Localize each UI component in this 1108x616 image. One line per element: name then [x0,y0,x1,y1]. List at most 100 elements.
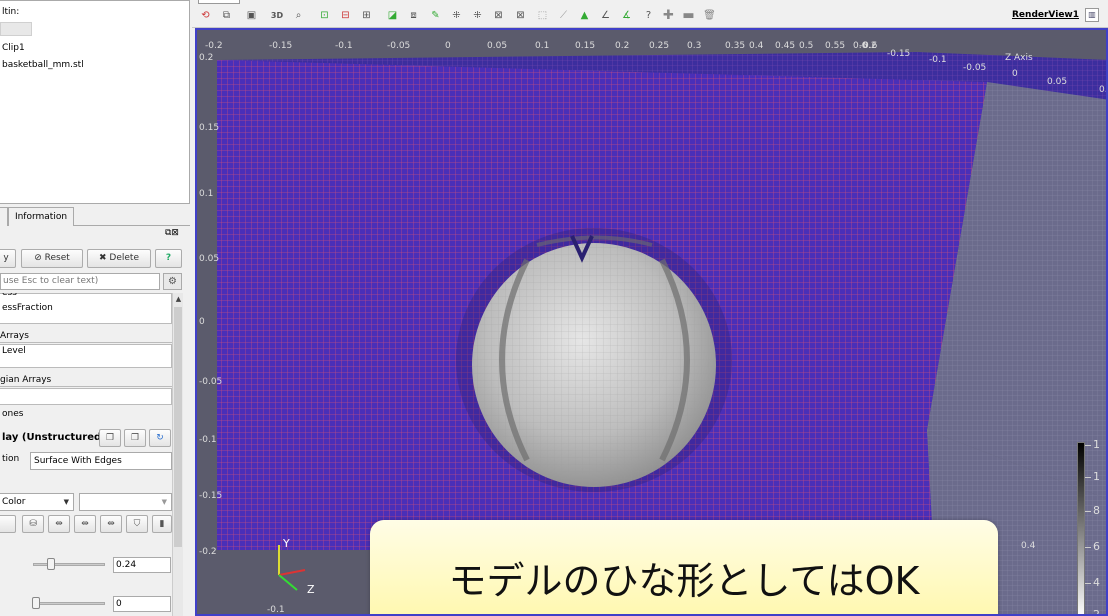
rescale-custom-icon[interactable]: ⇹ [74,515,96,533]
representation-select[interactable]: Surface With Edges [30,452,172,470]
refresh-icon[interactable]: ↻ [149,429,171,447]
select-colormap-icon[interactable]: ⛉ [126,515,148,533]
render-view-title[interactable]: RenderView1 [1012,10,1079,20]
opacity-slider-track[interactable] [33,563,105,566]
colorbar-label: 8 [1093,504,1100,517]
chevron-down-icon: ▼ [161,498,167,506]
colorbar-label: 1 [1093,438,1100,451]
add-icon[interactable]: ✚ [661,9,676,23]
view-tab-edge [198,0,240,4]
color-map-button[interactable] [0,515,16,533]
reset-button[interactable]: ⊘ Reset [21,249,83,268]
reset-icon: ⊘ [34,253,42,263]
render-view[interactable]: Y Z -0.2 -0.15 -0.1 -0.05 0 0.05 0.1 0.15 0.2 0.2… [195,28,1108,616]
top-axis-tick: 0.35 [725,41,745,51]
top-axis-tick: 0.05 [487,41,507,51]
panel-float-close-icons[interactable]: ⧉⊠ [165,228,179,238]
query-icon[interactable]: ? [641,9,656,23]
select-frustum-icon[interactable]: ◪ [385,9,400,23]
left-axis-tick: -0.15 [199,491,222,501]
interactive-select-icon[interactable]: ✎ [428,9,443,23]
top-axis-tick: 0.5 [799,41,813,51]
capture-icon[interactable]: ▣ [244,9,259,23]
ess-partial: ess [2,293,17,298]
pipeline-item-builtin[interactable]: ltin: [2,7,19,17]
tab-properties[interactable] [0,207,8,226]
opacity-slider-handle[interactable] [47,558,55,570]
scroll-up-icon[interactable]: ▲ [173,295,184,303]
second-input[interactable]: 0 [113,596,171,612]
top-axis-ticks: -0.2 -0.15 -0.1 -0.05 0 0.05 0.1 0.15 0.2 0.25 0.3… [205,41,878,51]
select-points-icon[interactable]: ⊡ [317,9,332,23]
gear-icon[interactable]: ⚙ [163,273,182,290]
select-cells-icon[interactable]: ⊟ [338,9,353,23]
split-view-icon[interactable]: ▥ [1085,8,1099,22]
left-axis-tick: 0.1 [199,189,213,199]
top-axis-tick: 0.25 [649,41,669,51]
hover-points-icon[interactable]: ⁜ [449,9,464,23]
trash-icon[interactable]: 🗑 [702,9,717,23]
zoom-box-icon[interactable]: ⌕ [291,9,306,23]
hover-cells-icon[interactable]: ⁜ [470,9,485,23]
left-axis-tick: -0.1 [199,435,217,445]
top-right-axis-tick: -0.1 [929,55,947,65]
reset-camera-icon[interactable]: ⟲ [198,9,213,23]
second-slider-track[interactable] [33,602,105,605]
rescale-range-icon[interactable]: ⇹ [48,515,70,533]
zoom-data-icon[interactable]: ⧉ [219,9,234,23]
lagrangian-arrays-header: gian Arrays [0,375,172,387]
scrollbar-thumb[interactable] [174,307,182,547]
property-search-input[interactable]: use Esc to clear text) [0,273,160,290]
shrink-selection-icon[interactable]: ⊠ [513,9,528,23]
cell-arrays-list[interactable]: ess essFraction [0,293,172,324]
colorbar-tick [1085,511,1091,512]
grow-selection-icon[interactable]: ⊠ [491,9,506,23]
angle-icon[interactable]: ∠ [598,9,613,23]
select-block-icon[interactable]: ⊞ [359,9,374,23]
component-select[interactable]: ▼ [79,493,172,511]
toggle-3d-button[interactable]: 3D [267,9,287,23]
pipeline-item-clip1[interactable]: Clip1 [2,43,25,53]
left-panel: ltin: Clip1 basketball_mm.stl Informatio… [0,0,192,616]
pipeline-item-basketball[interactable]: basketball_mm.stl [2,60,84,70]
apply-button[interactable]: y [0,249,16,268]
coloring-select[interactable]: Color ▼ [0,493,74,511]
triad-z-label: Z [307,583,315,596]
list-item[interactable]: essFraction [2,303,53,313]
panel-tabs: Information [0,207,190,226]
help-button[interactable]: ? [155,249,182,268]
rescale-visible-icon[interactable]: ⇹ [100,515,122,533]
delete-button[interactable]: ✖ Delete [87,249,151,268]
paste-icon[interactable]: ❐ [124,429,146,447]
top-right-axis-tick: -0.05 [963,63,986,73]
top-right-axis-tick: 0 [1012,69,1018,79]
representation-value: Surface With Edges [34,456,122,466]
colorbar-label: 4 [1093,576,1100,589]
ruler-icon[interactable]: ⟋ [556,9,571,23]
lagrangian-arrays-list[interactable] [0,388,172,405]
select-polygon-icon[interactable]: ⧈ [406,9,421,23]
top-axis-tick: -0.1 [335,41,353,51]
remove-icon[interactable]: ▬ [681,9,696,23]
top-right-axis-tick: -0.2 [859,41,877,51]
list-item[interactable]: Level [2,346,26,356]
color-legend-bar[interactable] [1077,442,1085,614]
sphere-mesh [472,243,716,487]
angle-measure-icon[interactable]: ∡ [619,9,634,23]
colorbar-label: 6 [1093,540,1100,553]
representation-label: tion [2,454,20,464]
opacity-input[interactable]: 0.24 [113,557,171,573]
top-axis-tick: 0 [445,41,451,51]
trash-icon[interactable]: ▮ [152,515,172,533]
annotate-icon[interactable]: ▲ [577,9,592,23]
clear-selection-icon[interactable]: ⬚ [535,9,550,23]
edit-colormap-icon[interactable]: ⛁ [22,515,44,533]
properties-scrollbar[interactable]: ▲ [172,293,183,616]
top-axis-tick: 0.4 [749,41,764,51]
left-axis-tick: -0.05 [199,377,222,387]
copy-icon[interactable]: ❐ [99,429,121,447]
second-slider-handle[interactable] [32,597,40,609]
tab-information[interactable]: Information [8,207,74,226]
point-arrays-list[interactable]: Level [0,344,172,368]
top-axis-tick: 0.45 [775,41,795,51]
